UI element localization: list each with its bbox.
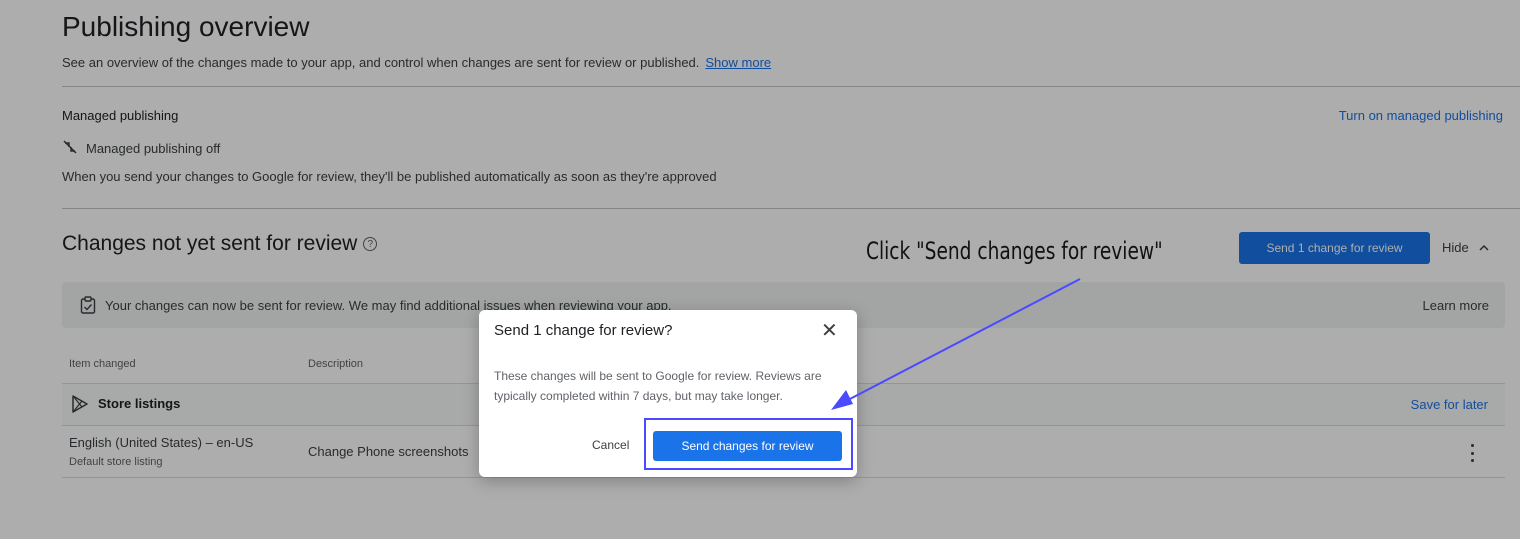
close-icon[interactable]: ✕ <box>821 321 838 341</box>
annotation-instruction: Click "Send changes for review" <box>866 237 1163 265</box>
annotation-highlight-box <box>644 418 853 470</box>
dialog-title: Send 1 change for review? <box>494 322 673 339</box>
cancel-button[interactable]: Cancel <box>592 438 629 452</box>
dialog-body: These changes will be sent to Google for… <box>494 369 822 403</box>
publishing-overview-page: Publishing overview See an overview of t… <box>0 0 1520 539</box>
